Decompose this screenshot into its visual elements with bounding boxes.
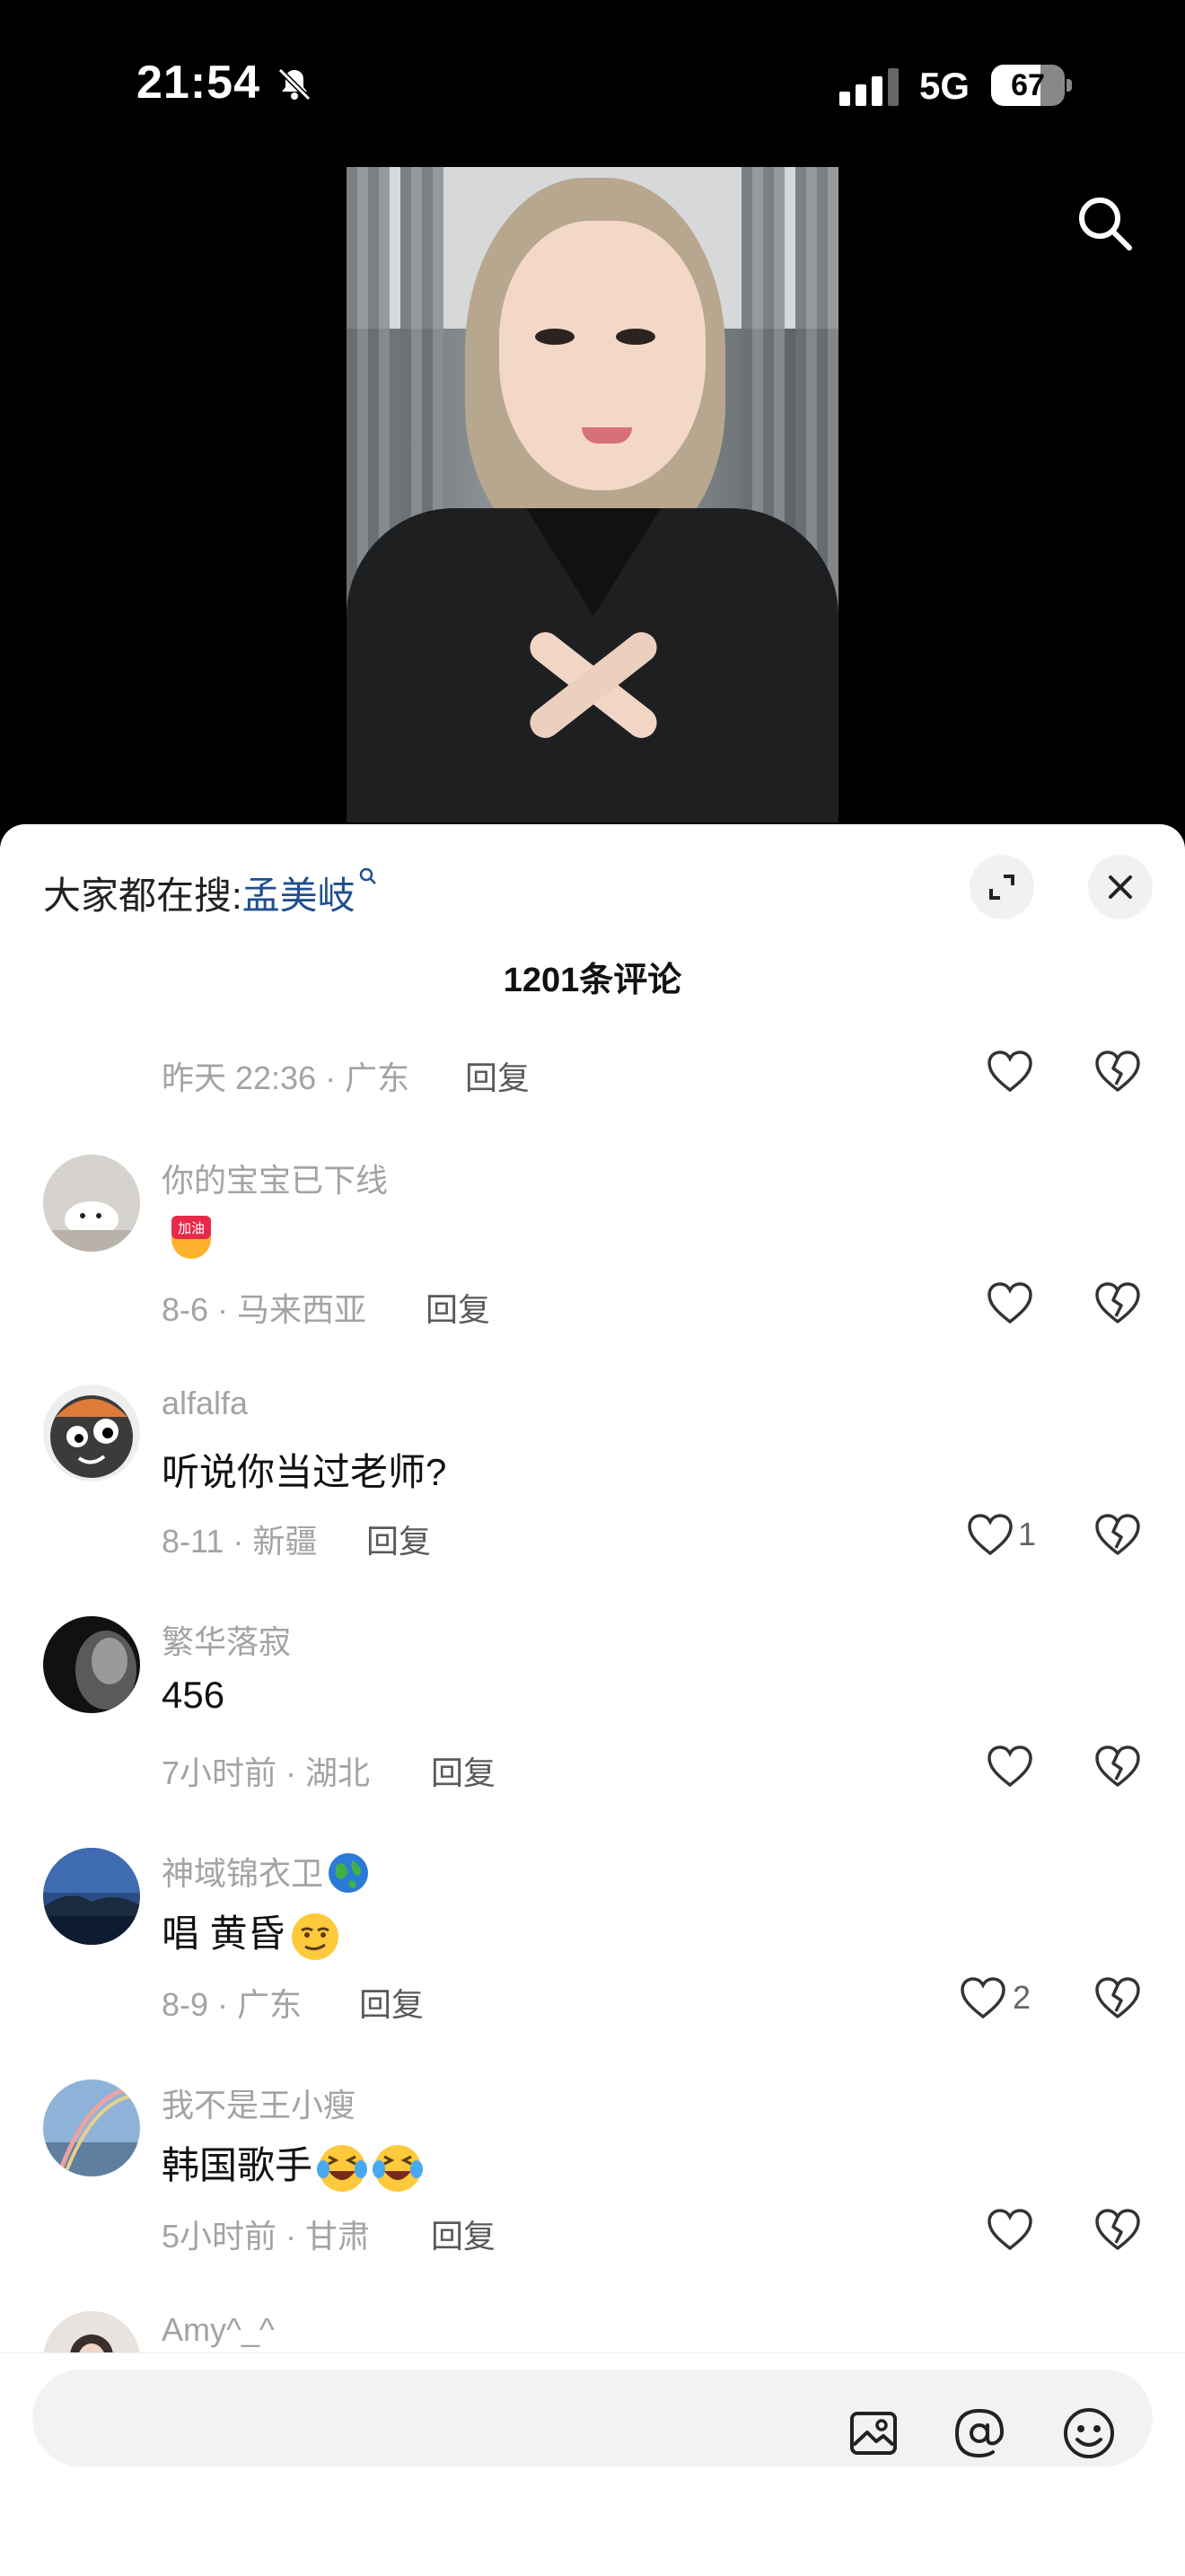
heart-icon[interactable]	[986, 2207, 1034, 2252]
comment-username-text: 神域锦衣卫	[162, 1855, 324, 1892]
comment-meta: 7小时前 · 湖北	[162, 1754, 371, 1791]
comment-input[interactable]	[68, 2391, 790, 2447]
comment-meta: 昨天 22:36 · 广东	[162, 1059, 410, 1096]
expand-icon	[989, 875, 1014, 900]
status-bar: 21:54 5G 67	[0, 0, 1185, 171]
comment-username[interactable]: 神域锦衣卫	[162, 1848, 370, 1895]
cheer-emoji-icon: 加油	[171, 1216, 211, 1259]
avatar[interactable]	[43, 1385, 140, 1481]
comment-meta: 8-9 · 广东	[162, 1986, 303, 2023]
comment-text: 加油	[162, 1210, 217, 1262]
comment-username[interactable]: Amy^_^	[162, 2311, 275, 2349]
globe-emoji-icon	[329, 1853, 369, 1894]
smirk-emoji-icon	[291, 1912, 338, 1960]
reply-button[interactable]: 回复	[426, 1284, 490, 1331]
comment-text: 456	[162, 1674, 225, 1716]
avatar[interactable]	[43, 1616, 140, 1713]
like-count: 1	[1018, 1516, 1037, 1552]
cheer-emoji-label: 加油	[178, 1220, 205, 1236]
cellular-signal-icon	[839, 68, 899, 106]
broken-heart-icon[interactable]	[1093, 1049, 1142, 1094]
comment-text-content: 韩国歌手	[162, 2144, 313, 2186]
reply-button[interactable]: 回复	[431, 1747, 496, 1794]
reply-button[interactable]: 回复	[366, 1516, 431, 1562]
reply-button[interactable]: 回复	[465, 1052, 530, 1099]
comment-text: 韩国歌手	[162, 2135, 424, 2194]
avatar[interactable]	[43, 2079, 140, 2176]
reply-button[interactable]: 回复	[359, 1979, 424, 2026]
comment-input-bar	[0, 2352, 1185, 2576]
broken-heart-icon[interactable]	[1093, 1512, 1142, 1557]
trending-prefix: 大家都在搜:	[43, 875, 242, 917]
comment-text: 唱 黄昏	[162, 1903, 341, 1963]
close-icon	[1109, 875, 1132, 899]
avatar[interactable]	[43, 1155, 140, 1252]
like-count: 2	[1013, 1979, 1031, 2016]
comment-text: 听说你当过老师?	[162, 1451, 447, 1493]
comment-sheet: 大家都在搜:孟美岐 1201条评论 昨天 22:36 · 广东 回复 你的宝宝已…	[0, 824, 1185, 2575]
emoji-icon[interactable]	[1059, 2404, 1119, 2463]
battery-icon: 67	[991, 65, 1072, 106]
expand-button[interactable]	[970, 855, 1034, 919]
laugh-cry-emoji-icon	[317, 2144, 368, 2192]
laugh-cry-emoji-icon	[373, 2144, 424, 2192]
heart-icon[interactable]	[959, 1975, 1007, 2020]
comment-count: 1201条评论	[503, 962, 682, 999]
small-search-icon	[359, 867, 376, 884]
video-player[interactable]	[347, 167, 838, 822]
heart-icon[interactable]	[986, 1049, 1034, 1094]
network-type: 5G	[919, 65, 970, 107]
search-icon[interactable]	[1074, 192, 1137, 255]
comment-username[interactable]: 我不是王小瘦	[162, 2079, 356, 2126]
broken-heart-icon[interactable]	[1093, 2207, 1142, 2252]
broken-heart-icon[interactable]	[1093, 1975, 1142, 2020]
comment-input-box[interactable]	[32, 2369, 1153, 2466]
broken-heart-icon[interactable]	[1093, 1744, 1142, 1789]
mute-bell-icon	[277, 67, 312, 101]
at-icon[interactable]	[950, 2404, 1009, 2463]
status-time: 21:54	[136, 57, 260, 109]
trending-search[interactable]: 大家都在搜:孟美岐	[43, 866, 379, 920]
comment-meta: 5小时前 · 甘肃	[162, 2218, 371, 2255]
close-button[interactable]	[1088, 855, 1153, 919]
image-icon[interactable]	[844, 2404, 903, 2463]
heart-icon[interactable]	[986, 1280, 1034, 1325]
heart-icon[interactable]	[966, 1512, 1014, 1557]
trending-keyword[interactable]: 孟美岐	[242, 875, 356, 917]
heart-icon[interactable]	[986, 1744, 1034, 1789]
comment-username[interactable]: 你的宝宝已下线	[162, 1155, 388, 1201]
broken-heart-icon[interactable]	[1093, 1280, 1142, 1325]
comment-meta: 8-11 · 新疆	[162, 1523, 318, 1560]
comment-text-content: 唱 黄昏	[162, 1912, 285, 1955]
comment-username[interactable]: alfalfa	[162, 1385, 248, 1422]
reply-button[interactable]: 回复	[431, 2211, 496, 2257]
comment-meta: 8-6 · 马来西亚	[162, 1291, 367, 1328]
comment-username[interactable]: 繁华落寂	[162, 1616, 291, 1663]
avatar[interactable]	[43, 1848, 140, 1945]
battery-level: 67	[1011, 68, 1045, 102]
